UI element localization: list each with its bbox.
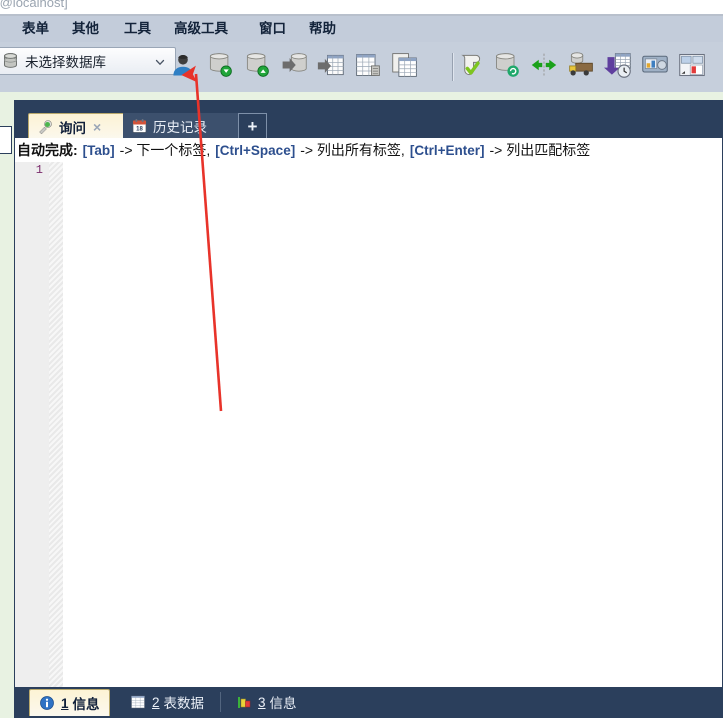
result-tab-label: 信息 <box>269 696 297 711</box>
data-transfer-button[interactable] <box>564 50 598 84</box>
info-icon <box>39 695 56 711</box>
menu-item-label: 帮助 <box>309 21 336 36</box>
hint-text: -> 列出所有标签, <box>300 142 405 158</box>
hint-text: -> 列出匹配标签 <box>489 142 591 158</box>
database-arrow-icon <box>280 51 308 84</box>
result-tab-label: 表数据 <box>163 696 205 711</box>
autocomplete-hint-bar: 自动完成: [Tab] -> 下一个标签, [Ctrl+Space] -> 列出所有标签… <box>15 138 722 163</box>
table-import-icon <box>317 51 345 84</box>
database-download-icon <box>206 51 234 84</box>
query-icon <box>37 119 54 135</box>
result-tab-number: 2 <box>152 694 160 710</box>
arrows-inward-icon <box>530 51 558 84</box>
menu-item-label: 窗口 <box>259 21 286 36</box>
left-panel-stub-box <box>0 126 12 154</box>
result-tab-3[interactable]: 3 信息 <box>227 689 306 715</box>
left-panel-strip <box>0 100 14 718</box>
application-window: t@localhost] 表单 其他 工具 高级工具 窗口 帮助 未选择数据库 <box>0 0 723 718</box>
database-selector-value: 未选择数据库 <box>25 55 106 70</box>
line-number: 1 <box>35 163 43 177</box>
menu-item-5[interactable]: 窗口 <box>255 19 290 39</box>
schedule-clock-icon <box>604 51 632 84</box>
chart-icon <box>236 694 253 710</box>
database-icon <box>3 53 18 69</box>
chevron-down-icon <box>154 55 166 67</box>
backup-database-button[interactable] <box>203 50 237 84</box>
menu-item-4[interactable]: 高级工具 <box>170 19 232 39</box>
result-tab-bar: 1 信息 2 表数据 3 信息 <box>15 687 722 717</box>
result-tab-number: 3 <box>258 694 266 710</box>
restore-database-button[interactable] <box>240 50 274 84</box>
import-database-button[interactable] <box>277 50 311 84</box>
database-selector[interactable]: 未选择数据库 <box>0 47 176 75</box>
sql-editor-textarea[interactable] <box>63 162 722 687</box>
panel-gap-strip <box>0 92 723 100</box>
gutter-hatch-strip <box>49 162 63 687</box>
run-script-button[interactable] <box>453 50 487 84</box>
plus-icon: + <box>247 116 258 136</box>
result-tab-2[interactable]: 2 表数据 <box>121 689 213 715</box>
menu-item-3[interactable]: 工具 <box>120 19 155 39</box>
close-icon[interactable]: × <box>93 119 101 135</box>
result-tab-number: 1 <box>61 695 69 711</box>
report-icon <box>678 51 706 84</box>
user-icon <box>169 51 197 84</box>
hint-text: -> 下一个标签, <box>119 142 211 158</box>
database-refresh-icon <box>493 51 521 84</box>
monitor-icon <box>641 51 669 84</box>
compare-button[interactable] <box>527 50 561 84</box>
autocomplete-hint-label: 自动完成: <box>17 142 78 158</box>
query-tab-2[interactable]: 18 历史记录 <box>123 113 239 138</box>
workspace-top-band <box>0 100 723 111</box>
user-manager-button[interactable] <box>166 50 200 84</box>
query-tab-label: 询问 <box>59 120 86 136</box>
window-title-text: t@localhost] <box>0 0 68 10</box>
history-icon: 18 <box>131 118 148 134</box>
import-table-button[interactable] <box>314 50 348 84</box>
table-copy-icon <box>391 51 419 84</box>
menu-bar: 表单 其他 工具 高级工具 窗口 帮助 <box>0 16 723 43</box>
menu-item-1[interactable]: 表单 <box>18 19 53 39</box>
table-data-icon <box>130 694 147 710</box>
hint-shortcut-key: [Tab] <box>82 142 115 158</box>
menu-item-6[interactable]: 帮助 <box>305 19 340 39</box>
query-tab-label: 历史记录 <box>153 119 207 135</box>
menu-item-label: 表单 <box>22 21 49 36</box>
database-upload-icon <box>243 51 271 84</box>
editor-gutter: 1 <box>15 162 63 687</box>
hint-shortcut-key: [Ctrl+Enter] <box>409 142 485 158</box>
truck-database-icon <box>567 51 595 84</box>
add-tab-button[interactable]: + <box>238 113 267 140</box>
sql-editor[interactable]: 1 <box>15 162 722 687</box>
menu-item-2[interactable]: 其他 <box>68 19 103 39</box>
svg-text:18: 18 <box>136 126 143 132</box>
query-workspace: 询问 × 18 历史记录 + 自动完成: [Tab] -> 下一个标签, [Ctrl+Spac… <box>14 111 723 718</box>
menu-item-label: 其他 <box>72 21 99 36</box>
refresh-database-button[interactable] <box>490 50 524 84</box>
query-tab-bar: 询问 × 18 历史记录 + <box>14 111 723 140</box>
scroll-check-icon <box>456 51 484 84</box>
result-tab-1[interactable]: 1 信息 <box>29 689 110 716</box>
menu-item-label: 工具 <box>124 21 151 36</box>
main-toolbar: 未选择数据库 <box>0 42 723 93</box>
server-monitor-button[interactable] <box>638 50 672 84</box>
scheduled-backup-button[interactable] <box>601 50 635 84</box>
table-copy-button[interactable] <box>388 50 422 84</box>
hint-shortcut-key: [Ctrl+Space] <box>215 142 296 158</box>
table-grid-icon <box>354 51 382 84</box>
table-designer-button[interactable] <box>351 50 385 84</box>
result-tab-label: 信息 <box>72 697 100 712</box>
menu-item-label: 高级工具 <box>174 21 228 36</box>
report-designer-button[interactable] <box>675 50 709 84</box>
window-title-bar: t@localhost] <box>0 0 723 16</box>
bottom-tab-separator-1 <box>220 692 221 712</box>
